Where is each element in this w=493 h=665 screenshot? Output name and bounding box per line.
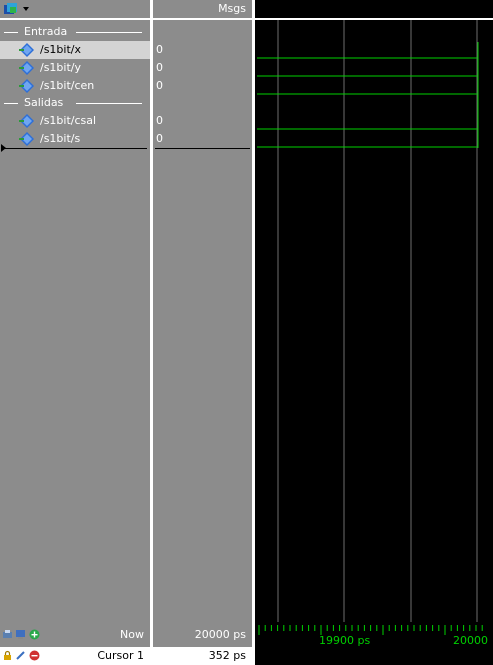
signal-value: 0 — [156, 114, 163, 127]
signal-value-row[interactable]: 0 — [153, 41, 252, 59]
footer-names: Now Cursor 1 — [0, 622, 150, 665]
group-label: Salidas — [24, 96, 64, 109]
timeline-ruler[interactable]: 19900 ps 20000 — [255, 622, 493, 665]
zoom-icon[interactable] — [2, 629, 13, 640]
signal-name: /s1bit/s — [40, 132, 81, 145]
add-cursor-icon[interactable] — [29, 629, 40, 640]
wave-group-icon[interactable] — [3, 2, 21, 16]
signal-icon — [19, 114, 34, 128]
signal-name: /s1bit/cen — [40, 79, 95, 92]
lock-icon[interactable] — [2, 650, 13, 661]
signal-value: 0 — [156, 132, 163, 145]
timeline-label-2: 20000 — [453, 634, 488, 647]
header-divider — [153, 18, 252, 20]
now-value: 20000 ps — [194, 628, 246, 641]
signal-name: /s1bit/csal — [40, 114, 97, 127]
signal-icon — [19, 79, 34, 93]
signal-value-row[interactable]: 0 — [153, 112, 252, 130]
now-label: Now — [120, 628, 144, 641]
msgs-header-label: Msgs — [218, 2, 246, 15]
signal-names-pane: Entrada/s1bit/x/s1bit/y/s1bit/cen Salidas… — [0, 0, 150, 622]
signal-row[interactable]: /s1bit/s — [0, 130, 150, 148]
group-header[interactable]: Entrada — [0, 23, 150, 41]
signal-row[interactable]: /s1bit/csal — [0, 112, 150, 130]
footer-values: 20000 ps 352 ps — [153, 622, 252, 665]
signal-value-row[interactable]: 0 — [153, 130, 252, 148]
timeline-label-1: 19900 ps — [319, 634, 371, 647]
signal-value-row[interactable]: 0 — [153, 59, 252, 77]
signal-row[interactable]: /s1bit/cen — [0, 77, 150, 95]
cursor-row[interactable]: Cursor 1 — [0, 647, 150, 665]
waveform-pane[interactable] — [255, 0, 493, 622]
names-header — [0, 0, 150, 18]
chevron-down-icon[interactable] — [23, 7, 29, 11]
cursor-value: 352 ps — [208, 649, 246, 662]
signal-icon — [19, 43, 34, 57]
signal-value: 0 — [156, 43, 163, 56]
signal-icon — [19, 61, 34, 75]
cursor-name: Cursor 1 — [97, 649, 144, 662]
monitor-icon[interactable] — [15, 629, 26, 640]
delete-cursor-icon[interactable] — [29, 650, 40, 661]
signal-value: 0 — [156, 61, 163, 74]
cursor-line — [155, 148, 250, 149]
signal-value-row[interactable]: 0 — [153, 77, 252, 95]
edit-cursor-icon[interactable] — [15, 650, 26, 661]
cursor-line — [2, 148, 147, 149]
group-header[interactable]: Salidas — [0, 94, 150, 112]
signal-name: /s1bit/x — [40, 43, 82, 56]
signal-row[interactable]: /s1bit/x — [0, 41, 150, 59]
signal-row[interactable]: /s1bit/y — [0, 59, 150, 77]
header-divider — [0, 18, 150, 20]
waveform-canvas[interactable] — [255, 0, 493, 622]
signal-value: 0 — [156, 79, 163, 92]
values-pane: Msgs 0 0 0 0 0 — [153, 0, 252, 622]
group-label: Entrada — [24, 25, 68, 38]
signal-icon — [19, 132, 34, 146]
msgs-header: Msgs — [153, 0, 252, 18]
signal-name: /s1bit/y — [40, 61, 82, 74]
